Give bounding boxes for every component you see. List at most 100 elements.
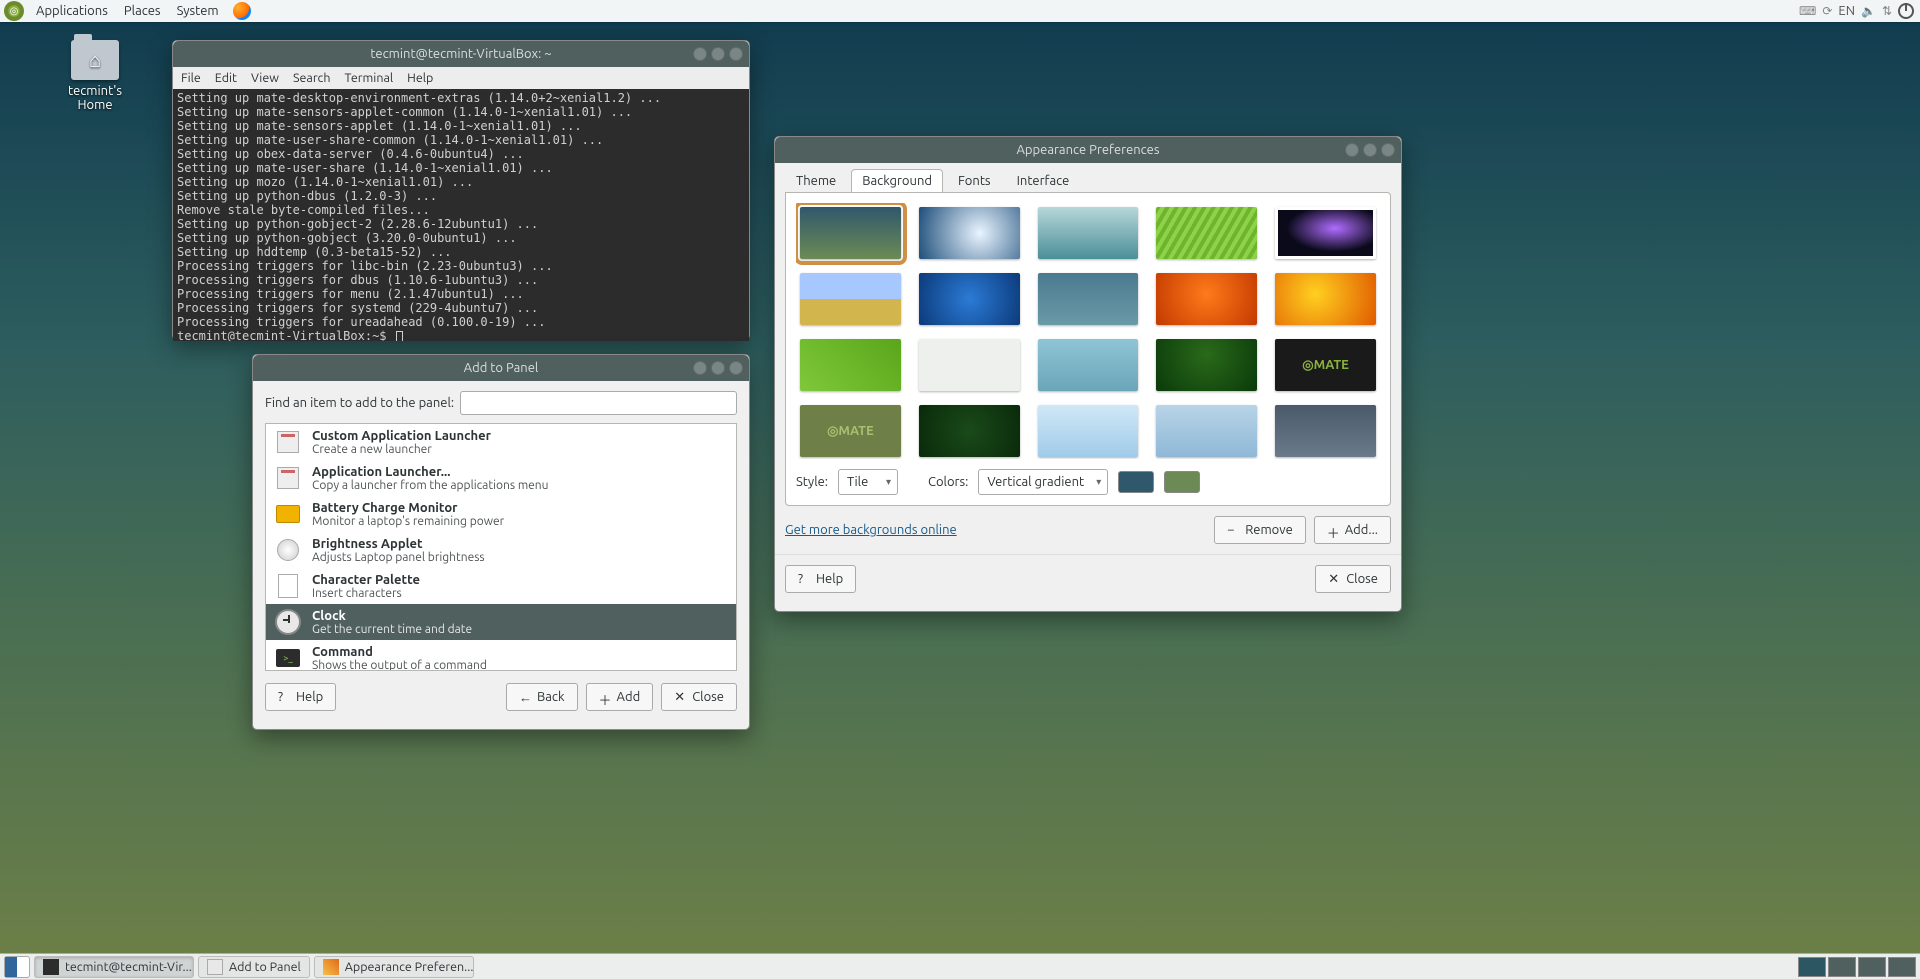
workspace-3[interactable] [1858,957,1886,977]
menu-applications[interactable]: Applications [28,4,116,18]
wallpaper-thumb[interactable] [919,405,1020,457]
find-input[interactable] [460,391,737,415]
wallpaper-thumb[interactable] [1275,207,1376,259]
wallpaper-thumb[interactable] [1038,207,1139,259]
wallpaper-thumb[interactable] [1038,273,1139,325]
close-button[interactable]: ✕Close [1315,565,1391,593]
system-tray: ⌨ ⟳ EN 🔈 ⇅ [1799,3,1920,19]
menu-edit[interactable]: Edit [215,71,237,85]
terminal-icon [43,959,59,975]
menu-places[interactable]: Places [116,4,169,18]
wallpaper-thumb[interactable] [919,339,1020,391]
style-label: Style: [796,475,828,489]
menu-view[interactable]: View [251,71,279,85]
task-terminal[interactable]: tecmint@tecmint-Vir... [34,956,194,978]
menu-help[interactable]: Help [407,71,433,85]
appearance-tabs: Theme Background Fonts Interface [775,163,1401,192]
maximize-button[interactable] [1363,143,1377,157]
colors-select[interactable]: Vertical gradient [978,469,1108,495]
add-panel-titlebar[interactable]: Add to Panel [253,355,749,381]
tab-fonts[interactable]: Fonts [947,169,1002,192]
desktop-home-icon[interactable]: ⌂ tecmint's Home [50,40,140,112]
color-primary-swatch[interactable] [1118,471,1154,493]
add-panel-title: Add to Panel [464,361,539,375]
minimize-button[interactable] [1345,143,1359,157]
applet-row[interactable]: Battery Charge MonitorMonitor a laptop's… [266,496,736,532]
more-backgrounds-link[interactable]: Get more backgrounds online [785,523,957,537]
wallpaper-thumb[interactable]: ◎MATE [800,405,901,457]
wallpaper-thumb[interactable] [800,207,901,259]
tab-interface[interactable]: Interface [1006,169,1081,192]
workspace-switcher [1798,957,1920,977]
applet-row[interactable]: Application Launcher...Copy a launcher f… [266,460,736,496]
wallpaper-thumb[interactable]: ◎MATE [1275,339,1376,391]
wallpaper-thumb[interactable] [1156,339,1257,391]
terminal-output[interactable]: Setting up mate-desktop-environment-extr… [173,89,749,341]
close-button[interactable] [729,361,743,375]
applet-row[interactable]: Character PaletteInsert characters [266,568,736,604]
folder-icon: ⌂ [71,40,119,80]
help-button[interactable]: ?Help [785,565,856,593]
color-secondary-swatch[interactable] [1164,471,1200,493]
add-wallpaper-button[interactable]: ＋Add... [1314,516,1391,544]
firefox-icon[interactable] [233,2,251,20]
volume-icon[interactable]: 🔈 [1861,4,1876,18]
menu-system[interactable]: System [169,4,227,18]
help-button[interactable]: ?Help [265,683,336,711]
appearance-title: Appearance Preferences [1016,143,1159,157]
minimize-button[interactable] [693,47,707,61]
workspace-2[interactable] [1828,957,1856,977]
style-select[interactable]: Tile [838,469,898,495]
show-desktop-button[interactable] [4,956,30,978]
close-button[interactable] [729,47,743,61]
applet-row[interactable]: >_CommandShows the output of a command [266,640,736,671]
menu-terminal[interactable]: Terminal [345,71,394,85]
power-icon[interactable] [1898,3,1914,19]
wallpaper-thumb[interactable] [1038,405,1139,457]
add-button[interactable]: ＋Add [586,683,654,711]
maximize-button[interactable] [711,47,725,61]
wallpaper-thumb[interactable] [1038,339,1139,391]
window-icon [207,959,223,975]
terminal-menubar: File Edit View Search Terminal Help [173,67,749,89]
wallpaper-thumb[interactable] [919,207,1020,259]
keyboard-icon[interactable]: ⌨ [1799,4,1816,18]
add-to-panel-window: Add to Panel Find an item to add to the … [252,354,750,730]
workspace-1[interactable] [1798,957,1826,977]
applet-row[interactable]: Custom Application LauncherCreate a new … [266,424,736,460]
wallpaper-grid: ◎MATE ◎MATE [796,203,1380,459]
colors-label: Colors: [928,475,968,489]
wallpaper-thumb[interactable] [1275,273,1376,325]
applet-row[interactable]: ClockGet the current time and date [266,604,736,640]
back-button[interactable]: ←Back [506,683,578,711]
minimize-button[interactable] [693,361,707,375]
wallpaper-thumb[interactable] [800,339,901,391]
update-icon[interactable]: ⟳ [1822,4,1832,18]
tab-theme[interactable]: Theme [785,169,847,192]
language-indicator[interactable]: EN [1838,4,1855,18]
terminal-title: tecmint@tecmint-VirtualBox: ~ [370,47,551,61]
wallpaper-thumb[interactable] [919,273,1020,325]
tab-background[interactable]: Background [851,169,943,192]
wallpaper-thumb[interactable] [1275,405,1376,457]
task-appearance[interactable]: Appearance Preferen... [314,956,474,978]
task-add-panel[interactable]: Add to Panel [198,956,310,978]
appearance-titlebar[interactable]: Appearance Preferences [775,137,1401,163]
applet-list[interactable]: Custom Application LauncherCreate a new … [265,423,737,671]
terminal-titlebar[interactable]: tecmint@tecmint-VirtualBox: ~ [173,41,749,67]
appearance-icon [323,959,339,975]
applet-row[interactable]: Brightness AppletAdjusts Laptop panel br… [266,532,736,568]
wallpaper-thumb[interactable] [1156,207,1257,259]
network-icon[interactable]: ⇅ [1882,4,1892,18]
wallpaper-thumb[interactable] [1156,405,1257,457]
close-button[interactable] [1381,143,1395,157]
menu-search[interactable]: Search [293,71,331,85]
remove-button[interactable]: −Remove [1214,516,1306,544]
menu-file[interactable]: File [181,71,201,85]
find-label: Find an item to add to the panel: [265,396,454,410]
close-button[interactable]: ✕Close [661,683,737,711]
maximize-button[interactable] [711,361,725,375]
wallpaper-thumb[interactable] [800,273,901,325]
workspace-4[interactable] [1888,957,1916,977]
wallpaper-thumb[interactable] [1156,273,1257,325]
